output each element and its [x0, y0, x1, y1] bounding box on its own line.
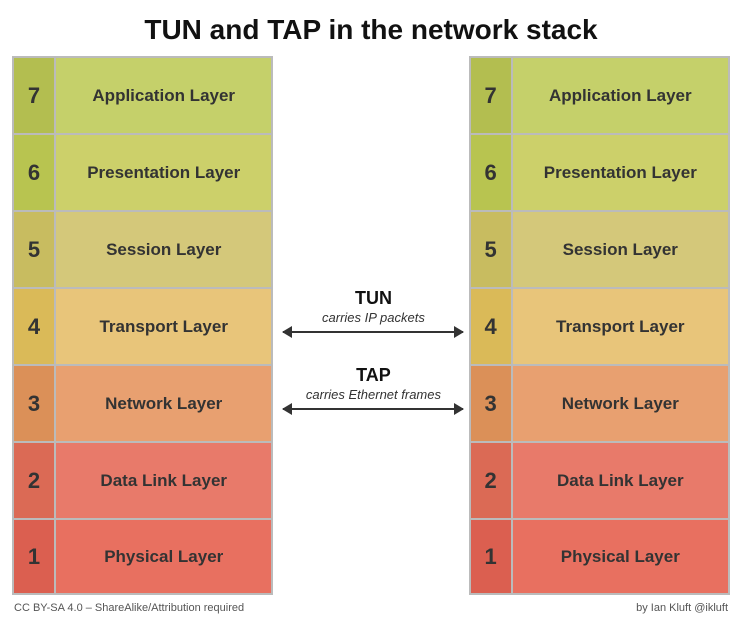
layer-name: Presentation Layer	[56, 135, 271, 210]
tap-sublabel: carries Ethernet frames	[306, 387, 441, 402]
layer-row: 1Physical Layer	[12, 518, 273, 595]
layer-row: 3Network Layer	[12, 364, 273, 441]
footer: CC BY-SA 4.0 – ShareAlike/Attribution re…	[0, 602, 742, 614]
layer-name: Physical Layer	[513, 520, 728, 593]
tap-section: TAP carries Ethernet frames	[273, 365, 473, 410]
layer-name: Data Link Layer	[56, 443, 271, 518]
layer-number: 2	[471, 443, 513, 518]
layer-row: 4Transport Layer	[12, 287, 273, 364]
layer-number: 5	[14, 212, 56, 287]
layer-name: Application Layer	[56, 58, 271, 133]
layer-row: 7Application Layer	[12, 56, 273, 133]
layer-row: 5Session Layer	[469, 210, 730, 287]
layer-number: 7	[471, 58, 513, 133]
layer-number: 2	[14, 443, 56, 518]
layer-number: 4	[14, 289, 56, 364]
layer-name: Physical Layer	[56, 520, 271, 593]
layer-name: Network Layer	[513, 366, 728, 441]
layer-number: 1	[14, 520, 56, 593]
layer-number: 6	[471, 135, 513, 210]
layer-row: 5Session Layer	[12, 210, 273, 287]
layer-number: 3	[14, 366, 56, 441]
middle-area: TUN carries IP packets TAP carries Ether…	[273, 56, 468, 595]
left-stack: 7Application Layer6Presentation Layer5Se…	[12, 56, 273, 595]
layer-number: 4	[471, 289, 513, 364]
layer-name: Data Link Layer	[513, 443, 728, 518]
layer-name: Transport Layer	[56, 289, 271, 364]
layer-name: Network Layer	[56, 366, 271, 441]
tap-label: TAP	[356, 365, 391, 386]
layer-row: 1Physical Layer	[469, 518, 730, 595]
tun-label: TUN	[355, 288, 392, 309]
tap-arrow	[283, 408, 463, 410]
layer-row: 2Data Link Layer	[12, 441, 273, 518]
tun-section: TUN carries IP packets	[273, 288, 473, 333]
layer-row: 2Data Link Layer	[469, 441, 730, 518]
layer-name: Transport Layer	[513, 289, 728, 364]
layer-row: 3Network Layer	[469, 364, 730, 441]
page-title: TUN and TAP in the network stack	[0, 0, 742, 56]
layer-row: 4Transport Layer	[469, 287, 730, 364]
tun-sublabel: carries IP packets	[322, 310, 425, 325]
layer-row: 7Application Layer	[469, 56, 730, 133]
footer-right: by Ian Kluft @ikluft	[636, 602, 728, 614]
layer-number: 1	[471, 520, 513, 593]
tun-arrow	[283, 331, 463, 333]
layer-number: 7	[14, 58, 56, 133]
right-stack: 7Application Layer6Presentation Layer5Se…	[469, 56, 730, 595]
layer-row: 6Presentation Layer	[469, 133, 730, 210]
layer-name: Session Layer	[56, 212, 271, 287]
layer-name: Application Layer	[513, 58, 728, 133]
layer-row: 6Presentation Layer	[12, 133, 273, 210]
footer-left: CC BY-SA 4.0 – ShareAlike/Attribution re…	[14, 602, 244, 614]
layer-name: Session Layer	[513, 212, 728, 287]
layer-number: 5	[471, 212, 513, 287]
layer-name: Presentation Layer	[513, 135, 728, 210]
layer-number: 3	[471, 366, 513, 441]
layer-number: 6	[14, 135, 56, 210]
